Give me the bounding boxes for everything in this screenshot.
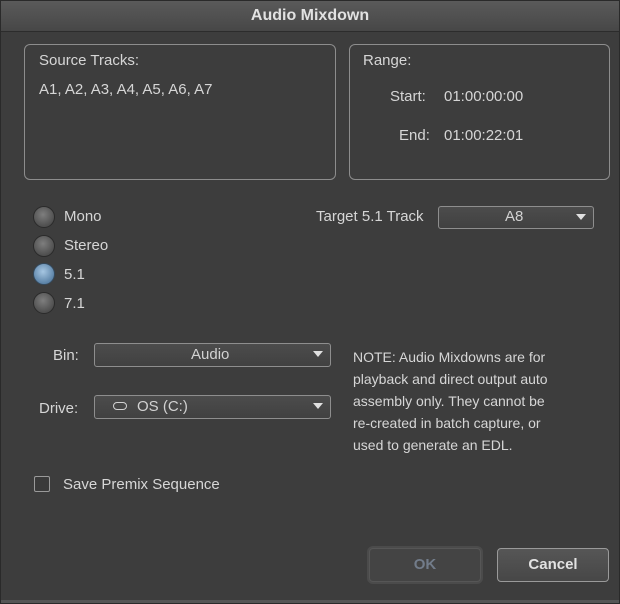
chevron-down-icon xyxy=(313,351,323,357)
range-end-label: End: xyxy=(399,127,430,144)
cancel-button[interactable]: Cancel xyxy=(497,548,609,582)
source-tracks-label: Source Tracks: xyxy=(39,52,140,69)
dialog-title: Audio Mixdown xyxy=(1,1,619,32)
drive-value: OS (C:) xyxy=(137,398,188,415)
bin-label: Bin: xyxy=(53,347,79,364)
range-end-value: 01:00:22:01 xyxy=(444,127,524,144)
drive-select[interactable]: OS (C:) xyxy=(94,395,331,419)
radio-stereo-label: Stereo xyxy=(64,237,109,254)
radio-stereo-button[interactable] xyxy=(33,235,55,257)
source-tracks-group: Source Tracks: A1, A2, A3, A4, A5, A6, A… xyxy=(24,44,336,180)
target-track-select[interactable]: A8 xyxy=(438,206,594,229)
drive-icon xyxy=(113,402,127,410)
radio-5-1-label: 5.1 xyxy=(64,266,85,283)
drive-label: Drive: xyxy=(39,400,79,417)
mixdown-note: NOTE: Audio Mixdowns are for playback an… xyxy=(353,349,548,453)
audio-mixdown-dialog: Audio Mixdown Source Tracks: A1, A2, A3,… xyxy=(0,0,620,604)
chevron-down-icon xyxy=(313,403,323,409)
range-start-value: 01:00:00:00 xyxy=(444,88,524,105)
radio-mono-label: Mono xyxy=(64,208,102,225)
range-label: Range: xyxy=(363,52,412,69)
chevron-down-icon xyxy=(576,214,586,220)
range-start-label: Start: xyxy=(390,88,426,105)
save-premix-checkbox[interactable] xyxy=(34,476,50,492)
ok-button[interactable]: OK xyxy=(369,548,481,582)
radio-7-1-label: 7.1 xyxy=(64,295,85,312)
target-track-label: Target 5.1 Track xyxy=(316,208,424,225)
radio-mono-button[interactable] xyxy=(33,206,55,228)
target-track-value: A8 xyxy=(505,208,524,225)
source-tracks-value: A1, A2, A3, A4, A5, A6, A7 xyxy=(39,81,213,98)
bin-select[interactable]: Audio xyxy=(94,343,331,367)
dialog-bottom-border xyxy=(1,600,619,603)
range-group: Range: Start: 01:00:00:00 End: 01:00:22:… xyxy=(349,44,610,180)
radio-7-1-button[interactable] xyxy=(33,292,55,314)
radio-5-1-button[interactable] xyxy=(33,263,55,285)
bin-value: Audio xyxy=(191,346,230,363)
save-premix-label: Save Premix Sequence xyxy=(63,476,220,493)
